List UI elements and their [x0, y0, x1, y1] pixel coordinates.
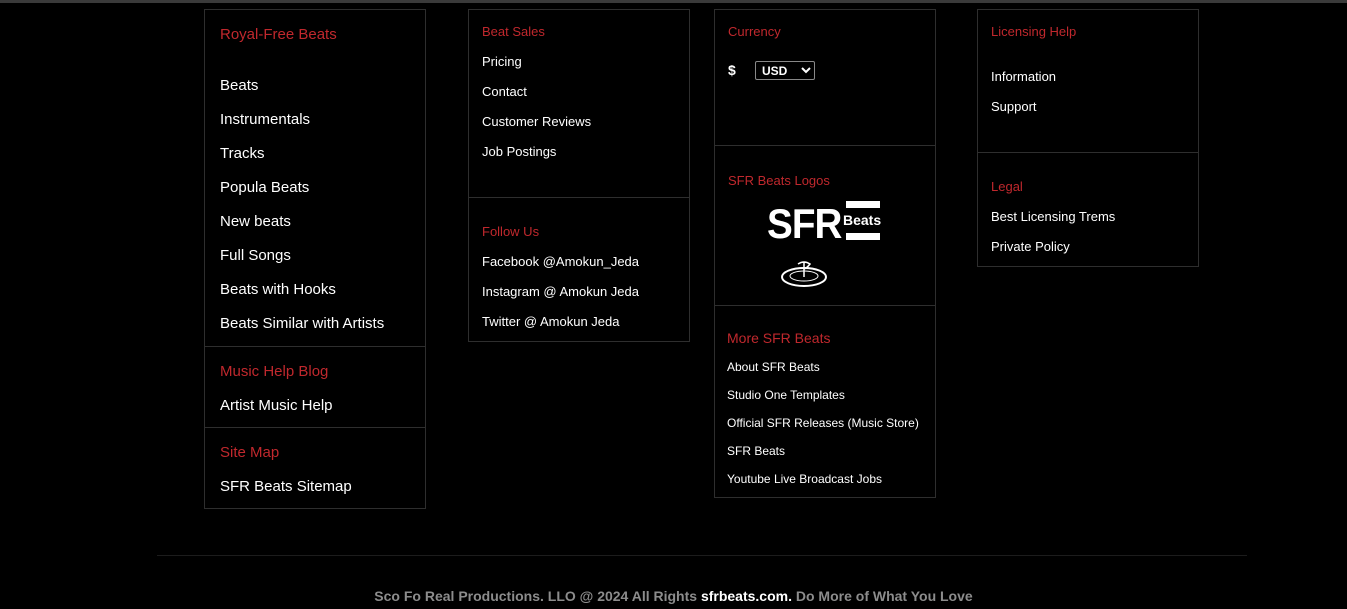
link-beats[interactable]: Beats: [220, 77, 258, 94]
link-licensing-terms[interactable]: Best Licensing Trems: [991, 209, 1115, 224]
link-full-songs[interactable]: Full Songs: [220, 247, 291, 264]
currency-symbol: $: [728, 62, 736, 78]
link-job-postings[interactable]: Job Postings: [482, 144, 556, 159]
site-map-section: Site Map SFR Beats Sitemap: [205, 427, 425, 510]
link-official-releases[interactable]: Official SFR Releases (Music Store): [727, 416, 919, 430]
link-studio-one-templates[interactable]: Studio One Templates: [727, 388, 845, 402]
link-sfr-beats-sitemap[interactable]: SFR Beats Sitemap: [220, 478, 352, 495]
copyright-suffix: Do More of What You Love: [791, 588, 973, 604]
more-sfr-beats-section: More SFR Beats About SFR Beats Studio On…: [715, 305, 935, 499]
logos-title: SFR Beats Logos: [728, 173, 830, 188]
logo-beats-text: Beats: [843, 212, 882, 228]
logo-bar-top: [846, 201, 880, 208]
link-popular-beats[interactable]: Popula Beats: [220, 179, 309, 196]
music-help-blog-section: Music Help Blog Artist Music Help: [205, 346, 425, 428]
footer-column-help: Licensing Help Information Support Legal…: [977, 9, 1199, 267]
follow-us-section: Follow Us Facebook @Amokun_Jeda Instagra…: [469, 197, 689, 343]
footer-column-browse: Royal-Free Beats Beats Instrumentals Tra…: [204, 9, 426, 509]
currency-title: Currency: [728, 24, 781, 39]
vinyl-logo-icon: [781, 261, 827, 287]
music-help-blog-title: Music Help Blog: [220, 363, 329, 380]
logo-sfr-text: SFR: [767, 200, 842, 247]
more-sfr-beats-title: More SFR Beats: [727, 330, 831, 346]
link-instrumentals[interactable]: Instrumentals: [220, 111, 310, 128]
site-link[interactable]: sfrbeats.com.: [701, 588, 792, 604]
link-pricing[interactable]: Pricing: [482, 54, 522, 69]
sfr-beats-logo: SFR Beats: [767, 200, 887, 247]
copyright-prefix: Sco Fo Real Productions. LLO @ 2024 All …: [374, 588, 701, 604]
link-new-beats[interactable]: New beats: [220, 213, 291, 230]
licensing-help-section: Licensing Help Information Support: [978, 10, 1198, 152]
footer-column-brand: Currency $ USD SFR Beats Logos SFR Beats…: [714, 9, 936, 498]
link-support[interactable]: Support: [991, 99, 1037, 114]
currency-section: Currency $ USD: [715, 10, 935, 145]
link-facebook[interactable]: Facebook @Amokun_Jeda: [482, 254, 639, 269]
link-sfr-beats[interactable]: SFR Beats: [727, 444, 785, 458]
top-border: [0, 0, 1347, 3]
link-artist-music-help[interactable]: Artist Music Help: [220, 397, 333, 414]
royalty-free-section: Royal-Free Beats Beats Instrumentals Tra…: [205, 10, 425, 346]
link-beats-with-hooks[interactable]: Beats with Hooks: [220, 281, 336, 298]
logos-section: SFR Beats Logos SFR Beats: [715, 145, 935, 306]
link-tracks[interactable]: Tracks: [220, 145, 264, 162]
currency-select[interactable]: USD: [755, 61, 815, 80]
link-about-sfr-beats[interactable]: About SFR Beats: [727, 360, 820, 374]
site-map-title: Site Map: [220, 444, 280, 461]
beat-sales-section: Beat Sales Pricing Contact Customer Revi…: [469, 10, 689, 197]
royalty-free-title: Royal-Free Beats: [220, 26, 337, 43]
footer-divider: [157, 555, 1247, 556]
logo-bar-bottom: [846, 233, 880, 240]
link-beats-similar-artists[interactable]: Beats Similar with Artists: [220, 315, 384, 332]
link-information[interactable]: Information: [991, 69, 1056, 84]
footer-column-sales: Beat Sales Pricing Contact Customer Revi…: [468, 9, 690, 342]
link-youtube-live-jobs[interactable]: Youtube Live Broadcast Jobs: [727, 472, 882, 486]
link-customer-reviews[interactable]: Customer Reviews: [482, 114, 591, 129]
licensing-help-title: Licensing Help: [991, 24, 1077, 39]
follow-us-title: Follow Us: [482, 224, 540, 239]
legal-section: Legal Best Licensing Trems Private Polic…: [978, 152, 1198, 268]
link-privacy-policy[interactable]: Private Policy: [991, 239, 1070, 254]
link-contact[interactable]: Contact: [482, 84, 527, 99]
copyright-line: Sco Fo Real Productions. LLO @ 2024 All …: [0, 588, 1347, 604]
beat-sales-title: Beat Sales: [482, 24, 545, 39]
link-instagram[interactable]: Instagram @ Amokun Jeda: [482, 284, 639, 299]
legal-title: Legal: [991, 179, 1023, 194]
link-twitter[interactable]: Twitter @ Amokun Jeda: [482, 314, 619, 329]
